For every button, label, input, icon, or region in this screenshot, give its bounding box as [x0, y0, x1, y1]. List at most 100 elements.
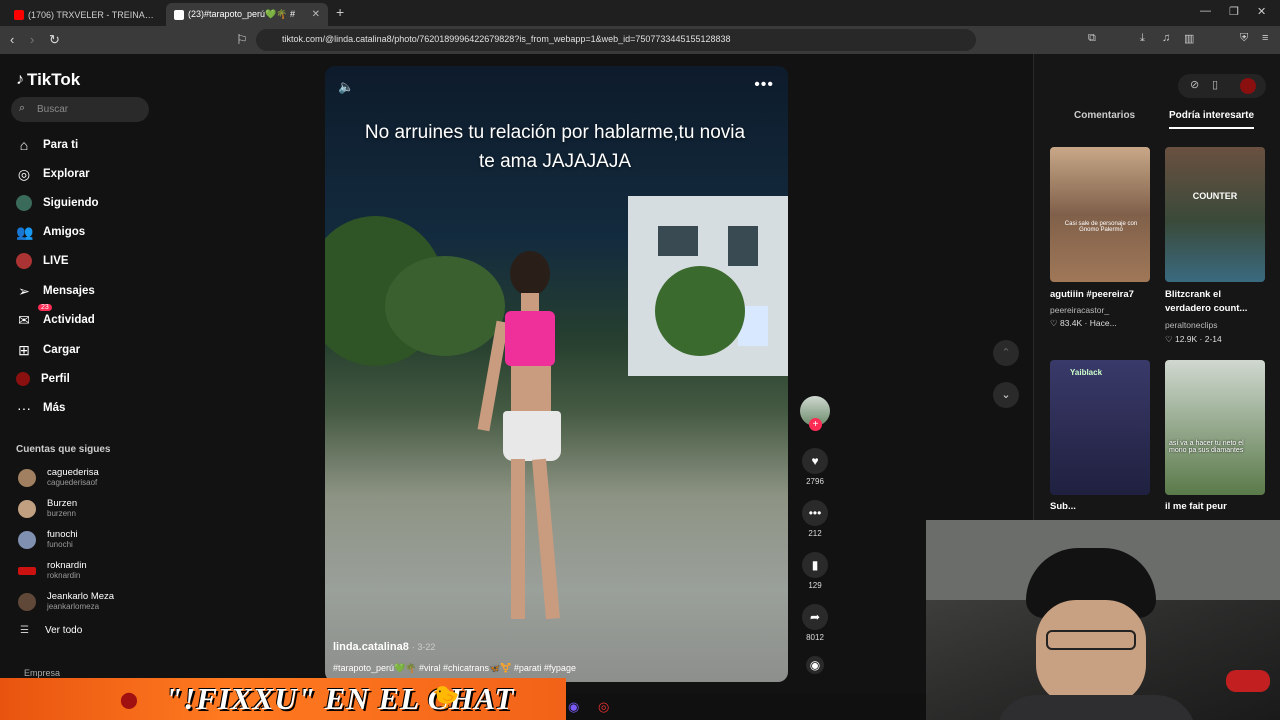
nav-item-explorar[interactable]: ◎ Explorar: [16, 163, 156, 185]
suggested-video-title[interactable]: Sub...: [1050, 500, 1152, 514]
nav-label: Mensajes: [43, 285, 95, 297]
bookmark-icon: ▮: [802, 552, 828, 578]
share-button[interactable]: ➦ 8012: [798, 604, 832, 642]
nav-item-siguiendo[interactable]: Siguiendo: [16, 192, 156, 214]
toy-car: [1226, 670, 1270, 692]
channel-logo-icon: ⬤: [120, 692, 138, 709]
tab-podria-interesarte[interactable]: Podría interesarte: [1169, 110, 1255, 129]
close-window-icon[interactable]: ✕: [1257, 5, 1266, 18]
nav-item-live[interactable]: LIVE: [16, 250, 156, 272]
thumbnail-overlay-text: Casi sale de personaje con Gnomo Palermo: [1064, 221, 1138, 233]
phone-icon[interactable]: ▯: [1212, 78, 1218, 91]
comment-button[interactable]: ••• 212: [798, 500, 832, 538]
white-skirt: [503, 411, 561, 461]
new-tab-icon[interactable]: +: [336, 4, 344, 20]
save-button[interactable]: ▮ 129: [798, 552, 832, 590]
url-field[interactable]: tiktok.com/@linda.catalina8/photo/762018…: [256, 29, 976, 51]
following-avatar-icon: [16, 195, 32, 211]
close-tab-icon[interactable]: ✕: [312, 9, 320, 20]
previous-video-button[interactable]: ⌃: [993, 340, 1019, 366]
nav-item-mas[interactable]: ··· Más: [16, 397, 156, 419]
discord-icon[interactable]: ◉: [568, 699, 579, 715]
restore-icon[interactable]: ❐: [1229, 5, 1239, 18]
suggested-video-user[interactable]: peraltoneclips: [1165, 320, 1267, 330]
suggested-video-thumbnail[interactable]: así va a hacer tu neto el mono pa sus di…: [1165, 360, 1265, 495]
account-name: Burzen: [47, 498, 78, 509]
nav-item-para-ti[interactable]: ⌂ Para ti: [16, 134, 156, 156]
search-input[interactable]: ⌕ Buscar: [11, 97, 149, 122]
browser-tab-tiktok[interactable]: (23)#tarapoto_perú💚🌴 # ✕: [166, 3, 328, 26]
extensions-icon[interactable]: ⧉: [1088, 32, 1096, 45]
menu-icon[interactable]: ≡: [1262, 32, 1268, 44]
thumbnail-overlay-text: así va a hacer tu neto el mono pa sus di…: [1169, 440, 1244, 454]
volume-icon[interactable]: 🔈: [338, 79, 354, 95]
nav-label: Perfil: [41, 373, 70, 385]
followed-account[interactable]: Burzen burzenn: [16, 496, 156, 522]
shield-icon[interactable]: ⛨: [1240, 32, 1248, 45]
avatar: +: [800, 396, 830, 431]
profile-avatar-icon[interactable]: [1240, 78, 1256, 94]
nav-item-actividad[interactable]: ✉ 23 Actividad: [16, 304, 156, 331]
nav-label: Más: [43, 402, 66, 414]
obs-icon[interactable]: ◎: [598, 699, 609, 715]
media-icon[interactable]: ♫: [1162, 32, 1170, 44]
home-icon: ⌂: [19, 137, 29, 153]
reload-icon[interactable]: ↻: [49, 32, 60, 48]
followed-account[interactable]: Jeankarlo Meza jeankarlomeza: [16, 589, 156, 615]
taskbar: ◉ ◎: [566, 694, 926, 720]
forward-icon[interactable]: ›: [30, 32, 34, 47]
panel-toolbar: ⊘ ▯: [1178, 74, 1266, 98]
followed-account[interactable]: caguederisa caguederisaof: [16, 465, 156, 491]
face: [1036, 600, 1146, 705]
suggested-video-thumbnail[interactable]: Yaiblack: [1050, 360, 1150, 495]
nav-label: Actividad: [43, 314, 95, 326]
browser-tab-youtube[interactable]: (1706) TRXVELER - TREINAMENTO: [6, 3, 162, 26]
music-disc-button[interactable]: ◉: [798, 656, 832, 674]
minimize-icon[interactable]: —: [1200, 5, 1211, 17]
suggested-video-thumbnail[interactable]: Casi sale de personaje con Gnomo Palermo: [1050, 147, 1150, 282]
back-icon[interactable]: ‹: [10, 32, 14, 47]
bookmark-icon[interactable]: ⚐: [236, 32, 248, 48]
nav-item-perfil[interactable]: Perfil: [16, 368, 156, 390]
person-figure: [475, 251, 585, 651]
footer-link[interactable]: Empresa: [24, 668, 60, 678]
thumbnail-overlay-text: COUNTER: [1192, 191, 1238, 201]
tiktok-logo[interactable]: ♪ TikTok: [16, 70, 80, 90]
activity-badge: 23: [38, 304, 52, 311]
see-all-link[interactable]: ☰ Ver todo: [20, 625, 82, 636]
url-text: tiktok.com/@linda.catalina8/photo/762018…: [282, 34, 731, 44]
avatar: [18, 500, 36, 518]
follow-plus-icon[interactable]: +: [809, 418, 822, 431]
video-author[interactable]: linda.catalina8 · 3-22: [333, 641, 435, 653]
nav-item-amigos[interactable]: 👥 Amigos: [16, 221, 156, 243]
followed-account[interactable]: funochi funochi: [16, 527, 156, 553]
nav-item-cargar[interactable]: ⊞ Cargar: [16, 339, 156, 361]
stream-chat-banner: ⬤ "!FIXXU" EN EL CHAT 🐤: [0, 678, 566, 720]
address-bar-row: ‹ › ↻ ⚐ tiktok.com/@linda.catalina8/phot…: [0, 26, 1280, 54]
friends-icon: 👥: [16, 223, 34, 240]
heart-icon: ♥: [802, 448, 828, 474]
account-name: funochi: [47, 529, 78, 540]
share-count: 8012: [806, 633, 824, 642]
suggested-video-title[interactable]: Blitzcrank el verdadero count...: [1165, 288, 1267, 316]
suggested-video-thumbnail[interactable]: COUNTER: [1165, 147, 1265, 282]
creator-avatar-button[interactable]: +: [798, 396, 832, 431]
like-button[interactable]: ♥ 2796: [798, 448, 832, 486]
more-options-icon[interactable]: •••: [754, 76, 774, 94]
followed-account[interactable]: roknardin roknardin: [16, 558, 156, 584]
save-count: 129: [808, 581, 822, 590]
suggested-video-title[interactable]: il me fait peur: [1165, 500, 1267, 514]
compass-icon: ◎: [17, 165, 31, 182]
next-video-button[interactable]: ⌄: [993, 382, 1019, 408]
torso: [511, 366, 551, 416]
video-hashtags[interactable]: #tarapoto_perú💚🌴 #viral #chicatrans🦋⚧️ #…: [333, 663, 576, 674]
suggested-video-title[interactable]: agutiiin #peereira7: [1050, 288, 1152, 302]
compass-icon[interactable]: ⊘: [1190, 78, 1199, 91]
video-player[interactable]: 🔈 ••• No arruines tu relación por hablar…: [325, 66, 788, 682]
tab-comentarios[interactable]: Comentarios: [1074, 110, 1135, 121]
download-icon[interactable]: ⤓: [1140, 32, 1145, 45]
sidebar-toggle-icon[interactable]: ▥: [1184, 32, 1194, 45]
nav-item-mensajes[interactable]: ➢ Mensajes: [16, 280, 156, 302]
see-all-label: Ver todo: [45, 625, 83, 636]
suggested-video-user[interactable]: peereiracastor_: [1050, 305, 1152, 315]
